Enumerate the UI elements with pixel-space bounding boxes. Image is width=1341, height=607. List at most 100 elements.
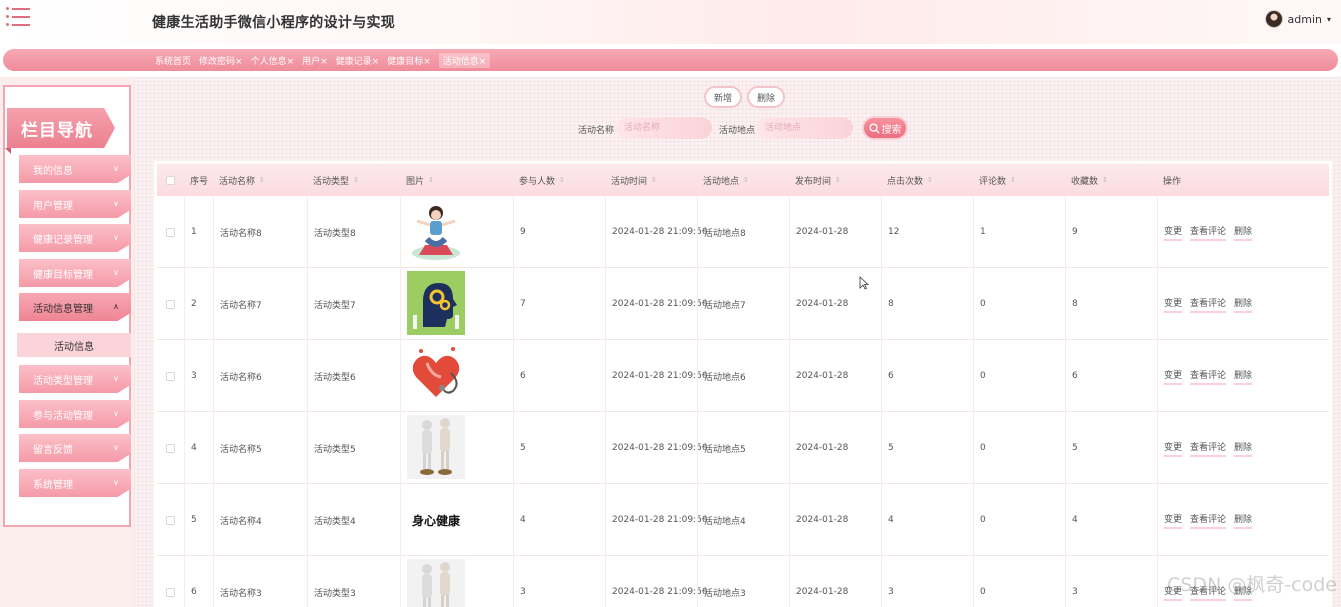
tab-home[interactable]: 系统首页 [155, 54, 191, 67]
sort-icon[interactable]: ⇕ [743, 176, 749, 184]
delete-row-button[interactable]: 删除 [1234, 224, 1253, 241]
sort-icon[interactable]: ⇕ [835, 176, 841, 184]
select-all-checkbox[interactable] [166, 175, 175, 185]
sidebar-item-system[interactable]: 系统管理 ∨ [19, 469, 131, 497]
cell-place: 活动地点3 [697, 556, 789, 607]
edit-button[interactable]: 变更 [1164, 512, 1183, 529]
name-search-input[interactable] [616, 117, 712, 139]
cell-name: 活动名称6 [213, 340, 307, 412]
col-header-label: 活动时间 [611, 176, 648, 187]
col-header-count[interactable]: 参与人数 ⇕ [513, 164, 605, 196]
cell-image [400, 340, 513, 412]
row-select-cell [157, 412, 184, 484]
place-search-input[interactable] [757, 117, 853, 139]
sort-icon[interactable]: ⇕ [927, 176, 933, 184]
chevron-down-icon[interactable]: ▾ [1327, 15, 1331, 24]
sort-icon[interactable]: ⇕ [559, 176, 565, 184]
cell-text: 3 [520, 587, 526, 597]
mouse-cursor-icon [859, 276, 869, 290]
sidebar-item-participation[interactable]: 参与活动管理 ∨ [19, 400, 131, 428]
col-header-comments[interactable]: 评论数 ⇕ [973, 164, 1065, 196]
sidebar-subitem-activity-info[interactable]: 活动信息 [17, 333, 131, 357]
sidebar-item-health-records[interactable]: 健康记录管理 ∨ [19, 224, 131, 252]
row-checkbox[interactable] [166, 587, 175, 597]
cell-text: 活动地点3 [704, 588, 746, 599]
cell-text: 2024-01-28 [796, 515, 849, 525]
col-header-label: 点击次数 [887, 176, 924, 187]
row-checkbox[interactable] [166, 515, 175, 525]
view-comments-button[interactable]: 查看评论 [1190, 296, 1227, 313]
cell-count: 3 [513, 556, 605, 607]
sidebar-item-feedback[interactable]: 留言反馈 ∨ [19, 434, 131, 462]
row-checkbox[interactable] [166, 443, 175, 453]
col-header-time[interactable]: 活动时间 ⇕ [605, 164, 697, 196]
view-comments-button[interactable]: 查看评论 [1190, 368, 1227, 385]
cell-text: 2024-01-28 [796, 227, 849, 237]
col-header-image[interactable]: 图片 ⇕ [400, 164, 513, 196]
row-checkbox[interactable] [166, 299, 175, 309]
delete-button[interactable]: 删除 [747, 86, 785, 108]
cell-text: 2024-01-28 21:09:56 [612, 587, 708, 597]
sort-icon[interactable]: ⇕ [1102, 176, 1108, 184]
cell-actions: 变更 查看评论 删除 [1157, 412, 1329, 484]
cell-publish: 2024-01-28 [789, 340, 881, 412]
activity-table: 序号 活动名称 ⇕ 活动类型 ⇕ 图片 ⇕ 参与人数 ⇕ 活动时间 ⇕ 活动地点 ⇕ 发布时… [154, 161, 1332, 607]
edit-button[interactable]: 变更 [1164, 440, 1183, 457]
sidebar-item-health-goals[interactable]: 健康目标管理 ∨ [19, 259, 131, 287]
sort-icon[interactable]: ⇕ [428, 176, 434, 184]
tab-health-records[interactable]: 健康记录× [336, 54, 380, 67]
sort-icon[interactable]: ⇕ [1010, 176, 1016, 184]
edit-button[interactable]: 变更 [1164, 224, 1183, 241]
sidebar-item-activity-info[interactable]: 活动信息管理 ∧ [19, 293, 131, 321]
cell-count: 5 [513, 412, 605, 484]
username[interactable]: admin [1288, 13, 1322, 26]
sort-icon[interactable]: ⇕ [259, 176, 265, 184]
delete-row-button[interactable]: 删除 [1234, 368, 1253, 385]
cell-no: 2 [184, 268, 213, 340]
view-comments-button[interactable]: 查看评论 [1190, 440, 1227, 457]
cell-text: 活动地点7 [704, 300, 746, 311]
sort-icon[interactable]: ⇕ [651, 176, 657, 184]
col-header-clicks[interactable]: 点击次数 ⇕ [881, 164, 973, 196]
sort-icon[interactable]: ⇕ [353, 176, 359, 184]
table-row: 2 活动名称7 活动类型7 7 2024-01-28 21:09:56 活动地点7 2024… [157, 268, 1329, 340]
tab-change-password[interactable]: 修改密码× [199, 54, 243, 67]
calligraphy-text: 身心健康 [411, 513, 460, 528]
user-menu[interactable]: admin ▾ [1264, 10, 1331, 28]
view-comments-button[interactable]: 查看评论 [1190, 224, 1227, 241]
add-button[interactable]: 新增 [704, 86, 742, 108]
cell-publish: 2024-01-28 [789, 196, 881, 268]
edit-button[interactable]: 变更 [1164, 296, 1183, 313]
view-comments-button[interactable]: 查看评论 [1190, 512, 1227, 529]
edit-button[interactable]: 变更 [1164, 368, 1183, 385]
tab-personal-info[interactable]: 个人信息× [251, 54, 295, 67]
cell-text: 2 [191, 299, 197, 309]
delete-row-button[interactable]: 删除 [1234, 440, 1253, 457]
menu-toggle-icon[interactable] [6, 5, 32, 29]
sidebar-item-users[interactable]: 用户管理 ∨ [19, 190, 131, 218]
col-header-label: 评论数 [979, 176, 1007, 187]
col-header-label: 操作 [1163, 176, 1182, 187]
cell-image [400, 412, 513, 484]
sidebar-item-my-info[interactable]: 我的信息 ∨ [19, 155, 131, 183]
tab-health-goals[interactable]: 健康目标× [387, 54, 431, 67]
delete-row-button[interactable]: 删除 [1234, 512, 1253, 529]
search-button[interactable]: 搜索 [862, 116, 908, 140]
sidebar-item-label: 活动类型管理 [33, 375, 93, 387]
cell-clicks: 4 [881, 484, 973, 556]
tab-users[interactable]: 用户× [302, 54, 328, 67]
row-checkbox[interactable] [166, 371, 175, 381]
tab-activity-info[interactable]: 活动信息× [438, 52, 491, 68]
cell-text: 4 [520, 515, 526, 525]
sidebar-item-activity-types[interactable]: 活动类型管理 ∨ [19, 365, 131, 393]
col-header-place[interactable]: 活动地点 ⇕ [697, 164, 789, 196]
row-checkbox[interactable] [166, 227, 175, 237]
avatar[interactable] [1264, 10, 1283, 28]
sidebar-item-label: 参与活动管理 [33, 410, 93, 422]
cell-text: 4 [888, 515, 894, 525]
delete-row-button[interactable]: 删除 [1234, 296, 1253, 313]
col-header-publish[interactable]: 发布时间 ⇕ [789, 164, 881, 196]
col-header-type[interactable]: 活动类型 ⇕ [307, 164, 400, 196]
col-header-name[interactable]: 活动名称 ⇕ [213, 164, 307, 196]
col-header-favs[interactable]: 收藏数 ⇕ [1065, 164, 1157, 196]
